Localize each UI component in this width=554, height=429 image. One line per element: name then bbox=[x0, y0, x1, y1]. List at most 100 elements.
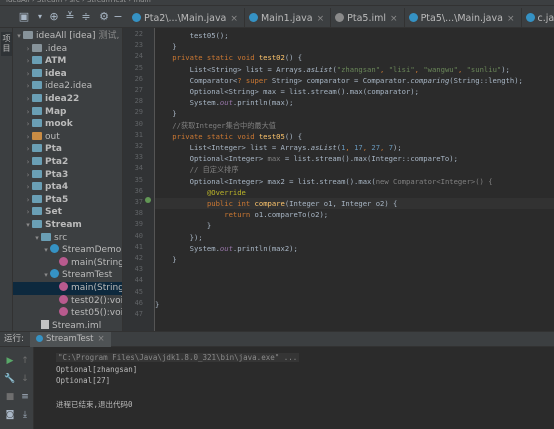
tree-item[interactable]: ▾ src bbox=[13, 232, 122, 245]
tree-item[interactable]: › Pta5 bbox=[13, 194, 122, 207]
implements-marker-icon[interactable] bbox=[145, 197, 151, 203]
chevron-icon[interactable]: › bbox=[24, 68, 32, 81]
chevron-icon[interactable]: › bbox=[24, 156, 32, 169]
close-icon[interactable]: × bbox=[98, 334, 105, 344]
code-line: }); bbox=[155, 232, 203, 242]
code-line: List<String> list = Arrays.asList("zhang… bbox=[155, 64, 510, 74]
tree-item-label: .idea bbox=[45, 43, 68, 54]
close-icon[interactable]: × bbox=[507, 14, 515, 24]
project-tool-button[interactable]: 项目 bbox=[1, 32, 12, 56]
tree-item[interactable]: test05():voi bbox=[13, 307, 122, 320]
chevron-icon[interactable]: ▾ bbox=[42, 269, 50, 282]
chevron-icon[interactable]: › bbox=[24, 181, 32, 194]
expand-icon[interactable]: ≑ bbox=[78, 9, 94, 25]
up-arrow-icon[interactable]: ↑ bbox=[18, 355, 32, 367]
module-folder-icon bbox=[32, 56, 42, 65]
line-number: 25 bbox=[134, 63, 143, 72]
tab-3[interactable]: Pta5\...\Main.java × bbox=[405, 8, 522, 28]
tree-item[interactable]: main(String bbox=[13, 256, 122, 270]
chevron-icon[interactable]: › bbox=[24, 93, 32, 106]
scroll-to-end-icon[interactable]: ⤓ bbox=[18, 409, 32, 421]
run-console[interactable]: "C:\Program Files\Java\jdk1.8.0_321\bin\… bbox=[34, 347, 554, 429]
tree-item-label: ATM bbox=[45, 56, 67, 67]
java-file-icon bbox=[132, 13, 141, 22]
chevron-icon[interactable]: › bbox=[24, 169, 32, 182]
code-editor[interactable]: test05(); } private static void test02()… bbox=[155, 28, 554, 331]
file-icon bbox=[41, 319, 49, 329]
code-line: List<Integer> list = Arrays.asList(1, 17… bbox=[155, 143, 402, 152]
tree-item[interactable]: Stream.iml bbox=[13, 319, 122, 331]
target-icon[interactable]: ⊕ bbox=[46, 9, 62, 25]
module-folder-icon bbox=[32, 144, 42, 153]
down-arrow-icon[interactable]: ↓ bbox=[18, 373, 32, 385]
module-folder-icon bbox=[32, 68, 42, 77]
wrench-icon[interactable]: 🔧 bbox=[3, 373, 17, 385]
tab-0[interactable]: Pta2\...\Main.java × bbox=[128, 8, 245, 28]
method-icon bbox=[59, 256, 68, 266]
line-number: 47 bbox=[134, 310, 143, 318]
run-tab-streamtest[interactable]: StreamTest × bbox=[30, 332, 111, 347]
tab-4[interactable]: c.java× bbox=[522, 8, 554, 28]
minimize-icon[interactable]: − bbox=[110, 9, 126, 25]
console-line: Optional[27] bbox=[56, 376, 111, 385]
tree-item[interactable]: › ATM bbox=[13, 55, 122, 68]
tab-label: Pta5\...\Main.java bbox=[420, 13, 503, 24]
chevron-icon[interactable]: › bbox=[24, 143, 32, 156]
tree-item[interactable]: test02():voi bbox=[13, 294, 122, 308]
collapse-icon[interactable]: ≚ bbox=[62, 9, 78, 25]
tree-item[interactable]: › idea2.idea bbox=[13, 80, 122, 93]
chevron-icon[interactable]: › bbox=[24, 131, 32, 144]
chevron-icon[interactable]: ▾ bbox=[42, 244, 50, 257]
chevron-icon[interactable]: › bbox=[24, 206, 32, 219]
chevron-icon[interactable]: › bbox=[24, 80, 32, 93]
chevron-icon[interactable]: › bbox=[24, 106, 32, 119]
soft-wrap-icon[interactable]: ≡ bbox=[18, 391, 32, 403]
rerun-icon[interactable]: ▶ bbox=[3, 355, 17, 367]
close-icon[interactable]: × bbox=[230, 14, 238, 24]
line-number: 44 bbox=[134, 276, 143, 285]
tree-item[interactable]: › idea bbox=[13, 68, 122, 81]
chevron-icon[interactable]: ▾ bbox=[15, 30, 23, 43]
tab-1[interactable]: Main1.java × bbox=[245, 8, 332, 28]
module-folder-icon bbox=[32, 194, 42, 203]
tree-item[interactable]: › Set bbox=[13, 206, 122, 219]
chevron-icon[interactable]: › bbox=[24, 43, 32, 56]
stop-icon[interactable]: ■ bbox=[3, 391, 17, 403]
chevron-icon[interactable]: › bbox=[24, 118, 32, 131]
line-number: 38 bbox=[134, 209, 143, 218]
tree-item[interactable]: ▾ StreamTest bbox=[13, 269, 122, 282]
tree-item[interactable]: › .idea bbox=[13, 43, 122, 56]
tree-item[interactable]: ▾ StreamDemo bbox=[13, 244, 122, 257]
tab-2[interactable]: Pta5.iml × bbox=[331, 8, 405, 28]
method-icon bbox=[59, 307, 68, 317]
tree-item[interactable]: › Pta3 bbox=[13, 169, 122, 182]
tree-item[interactable]: › Pta2 bbox=[13, 156, 122, 169]
close-icon[interactable]: × bbox=[317, 14, 325, 24]
tree-item[interactable]: › idea22 bbox=[13, 93, 122, 106]
project-view-icon[interactable]: ▣ bbox=[16, 9, 32, 25]
tab-label: Pta5.iml bbox=[347, 13, 387, 24]
tree-item-label: pta4 bbox=[45, 182, 69, 193]
tree-item[interactable]: › mook bbox=[13, 118, 122, 131]
line-number: 30 bbox=[134, 119, 143, 128]
close-icon[interactable]: × bbox=[390, 14, 398, 24]
method-icon bbox=[59, 282, 68, 291]
tree-item[interactable]: › out bbox=[13, 131, 122, 144]
module-folder-icon bbox=[32, 119, 42, 128]
tree-item[interactable]: main(String bbox=[13, 282, 122, 295]
line-number: 37 bbox=[134, 198, 143, 206]
chevron-icon[interactable]: › bbox=[24, 55, 32, 68]
folder-icon bbox=[32, 131, 42, 140]
class-icon bbox=[50, 269, 59, 279]
chevron-icon[interactable]: ▾ bbox=[33, 232, 41, 245]
tree-item[interactable]: › Map bbox=[13, 106, 122, 119]
camera-icon[interactable]: ◙ bbox=[3, 409, 17, 421]
tree-item[interactable]: › pta4 bbox=[13, 181, 122, 194]
chevron-icon[interactable]: ▾ bbox=[24, 219, 32, 232]
chevron-icon[interactable]: › bbox=[24, 194, 32, 207]
code-line: //获取Integer集合中的最大值 bbox=[155, 120, 276, 130]
tree-item[interactable]: ▾ Stream bbox=[13, 219, 122, 232]
tree-item[interactable]: › Pta bbox=[13, 143, 122, 156]
tree-item[interactable]: ▾ ideaAll [idea] 测试, C:\... bbox=[13, 30, 122, 43]
line-number: 24 bbox=[134, 52, 143, 61]
